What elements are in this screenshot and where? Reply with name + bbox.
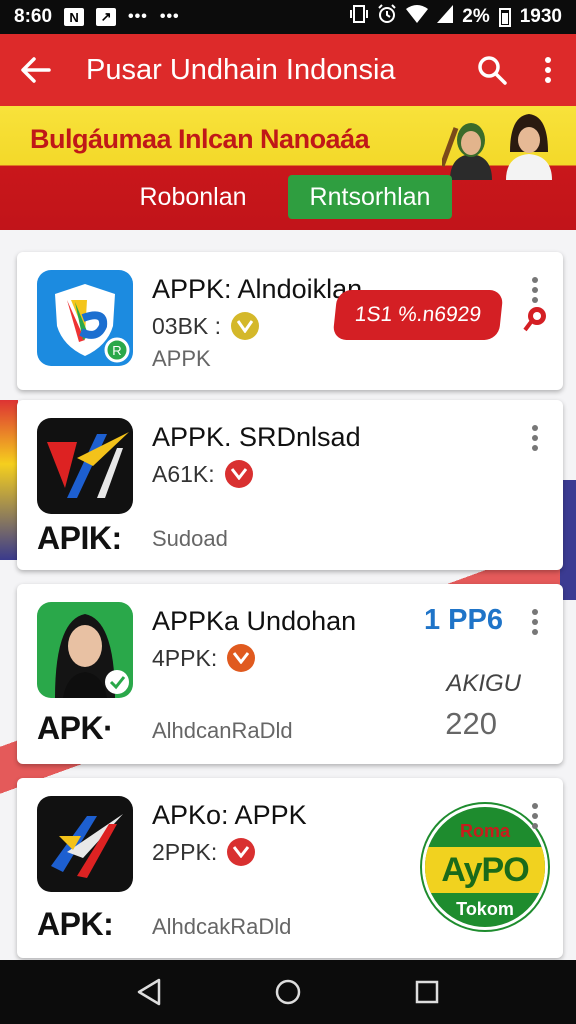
vibrate-icon (350, 4, 369, 30)
more-vert-icon (532, 609, 538, 635)
stat-label: AKIGU (446, 670, 521, 697)
app-logo-icon (37, 418, 133, 514)
tab-robonlan[interactable]: Robonlan (118, 175, 268, 219)
app-card[interactable]: APIK: APPK. SRDnlsad A61K: Sudoad (17, 400, 563, 570)
more-vert-icon (532, 803, 538, 829)
nav-back-button[interactable] (124, 967, 174, 1017)
app-size: 2PPK: (152, 838, 218, 865)
comment-icon[interactable] (521, 304, 549, 332)
app-card[interactable]: R APPK: Alndoiklan 03BK : APPK 1S1 %.n69… (17, 252, 563, 390)
battery-text: 1930 (519, 6, 562, 27)
search-button[interactable] (464, 34, 520, 106)
nav-recents-button[interactable] (402, 967, 452, 1017)
verified-badge-icon (231, 312, 260, 340)
app-size: 03BK : (152, 312, 222, 339)
app-logo-icon (37, 796, 133, 892)
card-more-button[interactable] (521, 798, 549, 834)
app-portrait-icon (37, 602, 133, 698)
app-meta: 4PPK: (152, 644, 256, 672)
triangle-back-icon (138, 978, 161, 1006)
svg-text:R: R (112, 343, 121, 358)
card-more-button[interactable] (521, 420, 549, 456)
person-avatar-icon (439, 116, 500, 180)
nav-home-button[interactable] (263, 967, 313, 1017)
signal-icon (437, 5, 454, 29)
background-band (0, 400, 18, 560)
app-name: APPKa Undohan (152, 606, 357, 636)
app-size: 4PPK: (152, 644, 218, 671)
stat-value: 220 (445, 706, 497, 741)
icon-label: APK: (37, 906, 114, 942)
overflow-menu-button[interactable] (520, 34, 576, 106)
more-vert-icon (545, 57, 551, 83)
status-bar: 8:60 N ↗ ••• ••• 2% 1930 (0, 0, 576, 34)
back-button[interactable] (0, 34, 72, 106)
circle-home-icon (275, 979, 301, 1005)
app-meta: A61K: (152, 460, 253, 488)
system-nav-bar (0, 960, 576, 1024)
download-count: 1 PP6 (424, 604, 503, 636)
tab-rntsorhlan[interactable]: Rntsorhlan (288, 175, 452, 219)
more-vert-icon (532, 277, 538, 303)
notification-arrow-icon: ↗ (96, 8, 117, 26)
search-icon (478, 56, 507, 85)
person-avatar-icon (500, 112, 558, 180)
arrow-back-icon (21, 57, 51, 83)
app-meta: 2PPK: (152, 838, 256, 866)
alarm-icon (377, 4, 397, 30)
gmail-badge-icon (224, 460, 253, 488)
app-category: AlhdcanRaDld (152, 718, 293, 743)
gmail-badge-icon (227, 838, 256, 866)
notification-dots-icon: ••• (128, 8, 148, 25)
hero-banner: Bulgáumaa Inlcan Nanoaáa Robonlan Rntsor… (0, 106, 576, 230)
card-more-button[interactable] (521, 272, 549, 308)
app-card[interactable]: APK· APPKa Undohan 4PPK: AlhdcanRaDld 1 … (17, 584, 563, 764)
gmail-badge-icon (227, 644, 256, 672)
wifi-icon (406, 5, 429, 29)
hero-title: Bulgáumaa Inlcan Nanoaáa (30, 124, 370, 154)
badge-bottom-text: Tokom (456, 899, 514, 919)
app-category: Sudoad (152, 526, 228, 551)
app-meta: 03BK : (152, 312, 260, 340)
icon-label: APIK: (37, 520, 122, 556)
app-bar: Pusar Undhain Indonsia (0, 34, 576, 106)
more-vert-icon (532, 425, 538, 451)
square-recents-icon (415, 980, 438, 1004)
app-name: APPK: Alndoiklan (152, 274, 363, 304)
app-name: APPK. SRDnlsad (152, 422, 361, 452)
notification-n-icon: N (64, 8, 85, 26)
app-category: AlhdcakRaDld (152, 914, 292, 939)
status-time: 8:60 (14, 6, 53, 27)
battery-icon (498, 7, 511, 27)
signal-percent: 2% (462, 6, 490, 27)
app-category: APPK (152, 346, 211, 371)
app-size: A61K: (152, 460, 215, 487)
app-name: APKo: APPK (152, 800, 307, 830)
notification-more-icon: ••• (159, 8, 180, 25)
page-title: Pusar Undhain Indonsia (86, 53, 396, 86)
app-card[interactable]: APK: APKo: APPK 2PPK: AlhdcakRaDld Roma … (17, 778, 563, 958)
icon-label: APK· (37, 710, 114, 746)
badge-main-text: AyPO (441, 851, 529, 889)
app-shield-icon: R (37, 270, 133, 366)
promo-tag[interactable]: 1S1 %.n6929 (332, 290, 504, 340)
card-more-button[interactable] (521, 604, 549, 640)
